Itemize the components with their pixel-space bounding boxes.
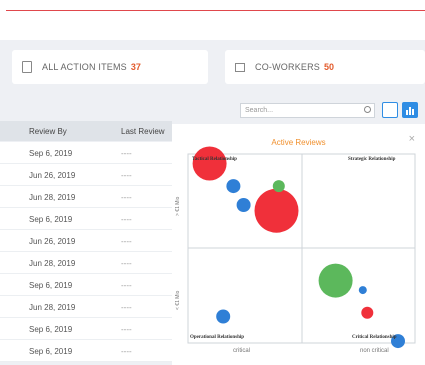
review-bubble[interactable] [254,188,299,233]
table-row[interactable]: Jun 28, 2019 ---- [0,186,172,208]
org-chart-icon [235,62,245,72]
review-bubble[interactable] [236,198,251,212]
chart-view-button[interactable] [402,102,418,118]
quadrant-label-strategic: Strategic Relationship [348,157,396,162]
quadrant-label-tactical: Tactical Relationship [192,157,237,162]
last-review-cell: ---- [121,171,132,180]
last-review-cell: ---- [121,281,132,290]
review-by-cell: Sep 6, 2019 [29,215,73,224]
table-row[interactable]: Jun 26, 2019 ---- [0,164,172,186]
x-axis-right-label: non critical [360,348,389,354]
table-row[interactable]: Sep 6, 2019 ---- [0,318,172,340]
action-items-label: ALL ACTION ITEMS [42,62,127,72]
table-row[interactable]: Sep 6, 2019 ---- [0,142,172,164]
top-accent-line [6,10,425,11]
review-bubble[interactable] [272,180,285,193]
last-review-cell: ---- [121,215,132,224]
add-filter-button[interactable] [382,102,398,118]
last-review-cell: ---- [121,325,132,334]
review-by-cell: Jun 28, 2019 [29,193,76,202]
coworkers-count: 50 [324,62,335,72]
last-review-cell: ---- [121,303,132,312]
column-header-last-review[interactable]: Last Review [121,127,165,136]
quadrant-label-operational: Operational Relationship [190,335,245,340]
table-row[interactable]: Jun 28, 2019 ---- [0,296,172,318]
review-by-cell: Jun 26, 2019 [29,237,76,246]
review-by-cell: Jun 26, 2019 [29,171,76,180]
last-review-cell: ---- [121,237,132,246]
table-row[interactable]: Sep 6, 2019 ---- [0,208,172,230]
column-header-review-by[interactable]: Review By [29,127,67,136]
review-bubble[interactable] [226,179,241,194]
coworkers-label: CO-WORKERS [255,62,320,72]
search-input[interactable]: Search... [240,103,375,118]
active-reviews-popup: Active Reviews × Tactical Relationship S… [172,124,425,365]
last-review-cell: ---- [121,149,132,158]
action-items-count: 37 [130,62,141,72]
review-bubble[interactable] [192,146,227,181]
review-by-cell: Sep 6, 2019 [29,347,73,356]
last-review-cell: ---- [121,347,132,356]
table-row[interactable]: Jun 28, 2019 ---- [0,252,172,274]
review-by-cell: Jun 28, 2019 [29,259,76,268]
review-bubble[interactable] [358,286,367,295]
document-icon [22,61,32,73]
y-axis-bottom-label: < €1 Mio [175,290,181,310]
quadrant-label-critical: Critical Relationship [352,335,397,340]
y-axis-top-label: > €1 Mio [175,196,181,216]
review-by-cell: Sep 6, 2019 [29,281,73,290]
action-items-card[interactable]: ALL ACTION ITEMS 37 [12,50,208,84]
x-axis-left-label: critical [233,348,251,354]
review-by-cell: Sep 6, 2019 [29,149,73,158]
table-row[interactable]: Jun 26, 2019 ---- [0,230,172,252]
search-icon[interactable] [364,106,371,113]
last-review-cell: ---- [121,259,132,268]
search-placeholder: Search... [245,107,274,114]
review-by-cell: Jun 28, 2019 [29,303,76,312]
review-bubble[interactable] [318,263,353,298]
table-row[interactable]: Sep 6, 2019 ---- [0,274,172,296]
coworkers-card[interactable]: CO-WORKERS 50 [225,50,425,84]
table-header: Review By Last Review [0,121,172,141]
bar-chart-icon [406,107,414,115]
table-row[interactable]: Sep 6, 2019 ---- [0,340,172,362]
review-bubble[interactable] [361,306,374,319]
review-bubble[interactable] [216,309,231,324]
last-review-cell: ---- [121,193,132,202]
top-bar [0,0,425,40]
review-by-cell: Sep 6, 2019 [29,325,73,334]
